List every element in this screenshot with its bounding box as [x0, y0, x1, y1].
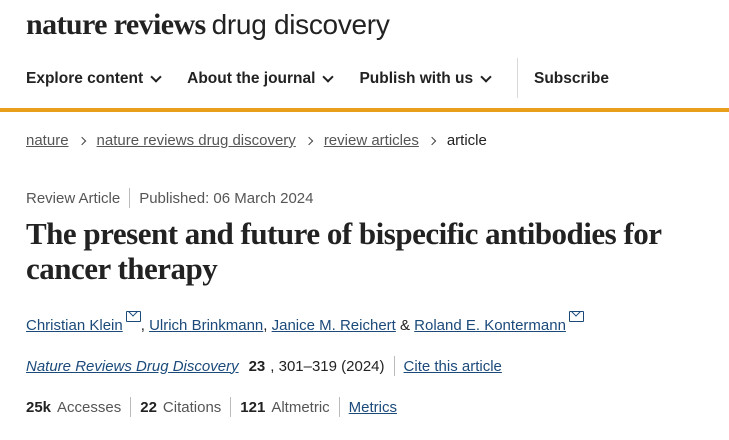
chevron-down-icon	[322, 71, 335, 83]
nav-explore-content-label: Explore content	[26, 70, 144, 87]
nav-explore-content[interactable]: Explore content	[26, 70, 162, 88]
journal-citation: Nature Reviews Drug Discovery 23, 301–31…	[26, 356, 502, 376]
author-separator: ,	[263, 317, 272, 334]
article-title: The present and future of bispecific ant…	[26, 216, 662, 286]
meta-divider	[129, 188, 131, 208]
breadcrumb-journal[interactable]: nature reviews drug discovery	[97, 132, 296, 149]
nav-divider	[517, 58, 518, 98]
main-nav: Explore content About the journal Publis…	[0, 50, 729, 112]
author-link[interactable]: Roland E. Kontermann	[414, 317, 566, 334]
breadcrumb-nature[interactable]: nature	[26, 132, 69, 149]
logo-bold-text: nature reviews	[26, 8, 206, 41]
chevron-right-icon	[77, 136, 86, 145]
altmetric-label: Altmetric	[271, 398, 330, 416]
author-ampersand: &	[395, 317, 415, 334]
altmetric-score: 121	[240, 398, 266, 416]
author-link[interactable]: Christian Klein	[26, 317, 123, 334]
nav-about-journal[interactable]: About the journal	[187, 70, 335, 88]
logo-light-text: drug discovery	[211, 9, 390, 40]
citation-divider	[393, 356, 395, 376]
mail-icon[interactable]	[125, 311, 141, 322]
published-date: Published: 06 March 2024	[139, 189, 314, 207]
cite-this-article-link[interactable]: Cite this article	[404, 358, 502, 375]
article-type: Review Article	[26, 189, 121, 207]
accesses-count: 25k	[26, 398, 52, 416]
chevron-down-icon	[480, 71, 492, 83]
nav-publish-with-us-label: Publish with us	[359, 70, 474, 87]
breadcrumb-review-articles[interactable]: review articles	[324, 132, 419, 149]
author-separator: ,	[140, 317, 150, 334]
breadcrumb-current: article	[446, 132, 487, 149]
breadcrumb: nature nature reviews drug discovery rev…	[26, 132, 487, 149]
author-link[interactable]: Ulrich Brinkmann	[149, 317, 263, 334]
metrics-link[interactable]: Metrics	[349, 399, 397, 416]
mail-icon[interactable]	[568, 311, 584, 322]
article-meta: Review Article Published: 06 March 2024	[26, 188, 313, 208]
nav-publish-with-us[interactable]: Publish with us	[359, 70, 492, 88]
journal-pages: , 301–319 (2024)	[270, 357, 385, 375]
metrics-divider	[230, 397, 232, 417]
journal-name-link[interactable]: Nature Reviews Drug Discovery	[26, 358, 239, 375]
article-metrics: 25k Accesses 22 Citations 121 Altmetric Met…	[26, 397, 397, 417]
chevron-right-icon	[427, 136, 437, 145]
metrics-divider	[338, 397, 340, 417]
subscribe-link[interactable]: Subscribe	[534, 70, 609, 88]
journal-volume: 23	[248, 357, 266, 375]
site-logo[interactable]: nature reviews drug discovery	[26, 10, 390, 40]
citations-count: 22	[140, 398, 157, 416]
author-link[interactable]: Janice M. Reichert	[272, 317, 396, 334]
author-list: Christian Klein, Ulrich Brinkmann, Janic…	[26, 311, 584, 334]
metrics-divider	[130, 397, 132, 417]
accesses-label: Accesses	[57, 398, 122, 416]
nav-about-journal-label: About the journal	[187, 70, 316, 87]
site-header: nature reviews drug discovery	[0, 0, 729, 50]
citations-label: Citations	[162, 398, 222, 416]
chevron-down-icon	[150, 71, 162, 83]
chevron-right-icon	[304, 136, 314, 145]
